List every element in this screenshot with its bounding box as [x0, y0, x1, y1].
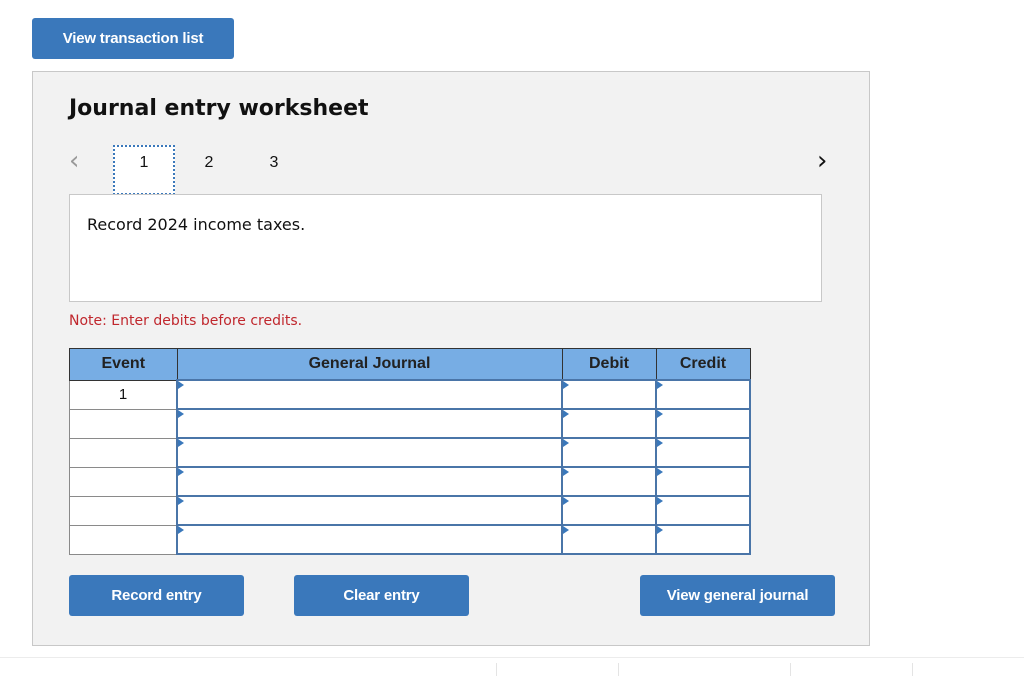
credit-cell[interactable] — [655, 524, 751, 555]
note-text: Note: Enter debits before credits. — [69, 313, 303, 329]
toolbar-divider — [912, 663, 913, 676]
account-dropdown[interactable] — [178, 410, 561, 437]
journal-entry-worksheet-panel: Journal entry worksheet ‹ 1 2 3 › Record… — [32, 71, 870, 646]
toolbar-divider — [618, 663, 619, 676]
header-general-journal: General Journal — [176, 348, 563, 381]
account-dropdown[interactable] — [178, 381, 561, 408]
debit-cell[interactable] — [561, 437, 657, 468]
header-debit: Debit — [561, 348, 657, 381]
chevron-right-icon[interactable]: › — [817, 148, 827, 174]
credit-cell[interactable] — [655, 495, 751, 526]
account-cell[interactable] — [176, 408, 563, 439]
table-row — [69, 495, 751, 526]
bottom-toolbar — [0, 657, 1024, 676]
entry-description-box: Record 2024 income taxes. — [69, 194, 822, 302]
event-cell — [69, 524, 178, 555]
toolbar-divider — [790, 663, 791, 676]
debit-input[interactable] — [563, 497, 655, 524]
credit-input[interactable] — [657, 468, 749, 495]
event-cell: 1 — [69, 379, 178, 410]
debit-cell[interactable] — [561, 495, 657, 526]
table-row: 1 — [69, 379, 751, 410]
debit-cell[interactable] — [561, 524, 657, 555]
credit-cell[interactable] — [655, 379, 751, 410]
event-cell — [69, 408, 178, 439]
credit-input[interactable] — [657, 526, 749, 553]
account-cell[interactable] — [176, 437, 563, 468]
credit-input[interactable] — [657, 381, 749, 408]
account-dropdown[interactable] — [178, 497, 561, 524]
header-event: Event — [69, 348, 178, 381]
tab-entry-2[interactable]: 2 — [178, 145, 240, 195]
event-cell — [69, 495, 178, 526]
account-cell[interactable] — [176, 466, 563, 497]
toolbar-divider — [496, 663, 497, 676]
debit-cell[interactable] — [561, 466, 657, 497]
table-header-row: Event General Journal Debit Credit — [69, 348, 751, 381]
table-row — [69, 524, 751, 555]
credit-cell[interactable] — [655, 466, 751, 497]
record-entry-button[interactable]: Record entry — [69, 575, 244, 616]
chevron-left-icon[interactable]: ‹ — [69, 148, 79, 174]
tab-entry-3[interactable]: 3 — [243, 145, 305, 195]
credit-input[interactable] — [657, 439, 749, 466]
table-row — [69, 466, 751, 497]
debit-input[interactable] — [563, 439, 655, 466]
account-cell[interactable] — [176, 524, 563, 555]
worksheet-title: Journal entry worksheet — [69, 96, 369, 121]
event-cell — [69, 437, 178, 468]
tab-entry-1[interactable]: 1 — [113, 145, 175, 195]
header-credit: Credit — [655, 348, 751, 381]
debit-input[interactable] — [563, 468, 655, 495]
entry-description: Record 2024 income taxes. — [87, 215, 306, 234]
table-row — [69, 437, 751, 468]
event-cell — [69, 466, 178, 497]
credit-input[interactable] — [657, 410, 749, 437]
clear-entry-button[interactable]: Clear entry — [294, 575, 469, 616]
credit-input[interactable] — [657, 497, 749, 524]
table-row — [69, 408, 751, 439]
debit-input[interactable] — [563, 381, 655, 408]
credit-cell[interactable] — [655, 437, 751, 468]
account-cell[interactable] — [176, 379, 563, 410]
debit-input[interactable] — [563, 410, 655, 437]
account-dropdown[interactable] — [178, 468, 561, 495]
account-dropdown[interactable] — [178, 439, 561, 466]
debit-input[interactable] — [563, 526, 655, 553]
debit-cell[interactable] — [561, 379, 657, 410]
view-transaction-list-button[interactable]: View transaction list — [32, 18, 234, 59]
account-dropdown[interactable] — [178, 526, 561, 553]
account-cell[interactable] — [176, 495, 563, 526]
debit-cell[interactable] — [561, 408, 657, 439]
view-general-journal-button[interactable]: View general journal — [640, 575, 835, 616]
journal-table: Event General Journal Debit Credit 1 — [69, 348, 751, 555]
credit-cell[interactable] — [655, 408, 751, 439]
